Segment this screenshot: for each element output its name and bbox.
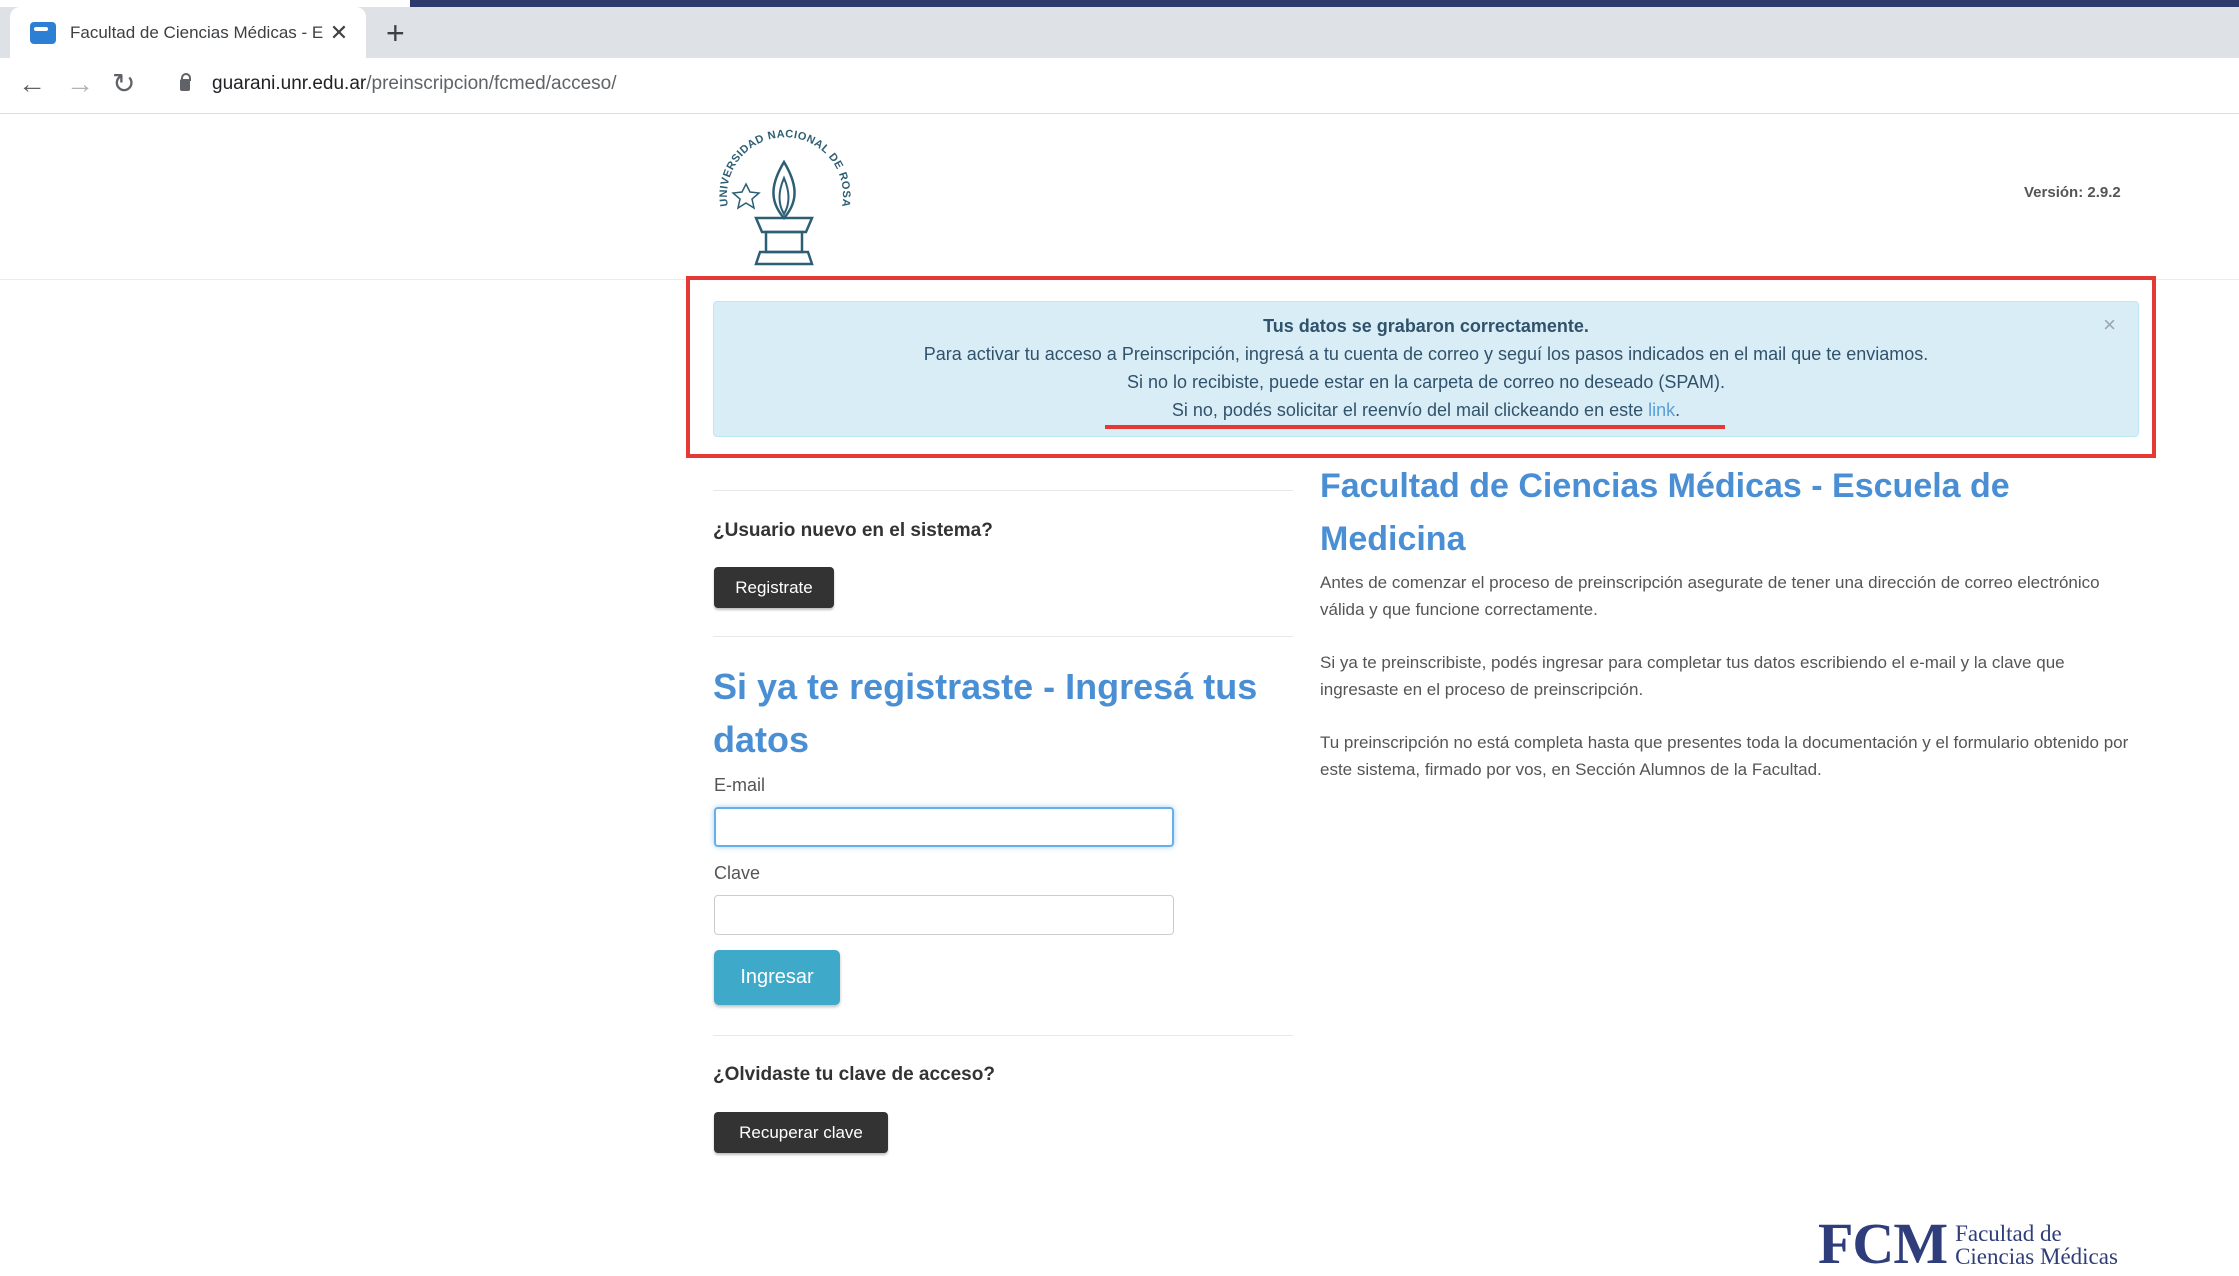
alert-spam-note: Si no lo recibiste, puede estar en la ca… [1126, 372, 1725, 392]
fcm-logo-text: Facultad de Ciencias Médicas [1955, 1222, 2118, 1268]
success-alert: Tus datos se grabaron correctamente. Par… [713, 301, 2139, 437]
alert-title: Tus datos se grabaron correctamente. [1263, 316, 1589, 336]
browser-toolbar: ← → ↻ guarani.unr.edu.ar/preinscripcion/… [0, 58, 2239, 114]
recover-password-button[interactable]: Recuperar clave [714, 1112, 888, 1153]
lock-icon[interactable] [180, 73, 191, 91]
fcm-logo-line2: Ciencias Médicas [1955, 1244, 2118, 1269]
annotation-underline [1105, 425, 1725, 429]
version-label: Versión: 2.9.2 [2024, 184, 2121, 201]
login-button[interactable]: Ingresar [714, 950, 840, 1005]
new-user-question: ¿Usuario nuevo en el sistema? [713, 520, 993, 541]
alert-instructions: Para activar tu acceso a Preinscripción,… [923, 344, 1929, 364]
password-field[interactable] [714, 895, 1174, 935]
page-header: UNIVERSIDAD NACIONAL DE ROSARIO Versión:… [0, 114, 2239, 280]
info-paragraph-3: Tu preinscripción no está completa hasta… [1320, 733, 2129, 779]
new-tab-icon[interactable]: + [386, 15, 405, 51]
url-host: guarani.unr.edu.ar [212, 73, 367, 94]
back-arrow-icon[interactable]: ← [18, 68, 46, 100]
university-seal-logo: UNIVERSIDAD NACIONAL DE ROSARIO [706, 122, 852, 266]
alert-resend-end: . [1675, 400, 1681, 420]
browser-tab[interactable]: Facultad de Ciencias Médicas - E ✕ [10, 7, 366, 58]
faculty-title: Facultad de Ciencias Médicas - Escuela d… [1320, 467, 2010, 558]
fcm-logo-mark: FCM [1818, 1211, 1948, 1276]
section-divider [713, 490, 1293, 491]
fcm-footer-logo: FCM Facultad de Ciencias Médicas [1818, 1211, 2118, 1276]
top-accent-bar [410, 0, 2239, 7]
section-divider [713, 1035, 1293, 1036]
info-paragraph-1: Antes de comenzar el proceso de preinscr… [1320, 573, 2100, 619]
tab-close-icon[interactable]: ✕ [328, 20, 350, 46]
login-title: Si ya te registraste - Ingresá tus datos [713, 666, 1258, 760]
resend-mail-link[interactable]: link [1648, 400, 1675, 420]
forgot-password-question: ¿Olvidaste tu clave de acceso? [713, 1064, 995, 1085]
url-path: /preinscripcion/fcmed/acceso/ [366, 73, 617, 94]
address-bar[interactable]: guarani.unr.edu.ar/preinscripcion/fcmed/… [212, 73, 617, 95]
email-label: E-mail [714, 775, 766, 795]
alert-close-icon[interactable]: × [2103, 314, 2116, 336]
register-button[interactable]: Registrate [714, 567, 834, 608]
reload-icon[interactable]: ↻ [112, 68, 135, 100]
browser-tab-strip: Facultad de Ciencias Médicas - E ✕ + [0, 7, 2239, 58]
info-paragraph-2: Si ya te preinscribiste, podés ingresar … [1320, 653, 2065, 699]
password-label: Clave [714, 863, 761, 883]
alert-resend-text: Si no, podés solicitar el reenvío del ma… [1171, 400, 1649, 420]
alert-resend-line: Si no, podés solicitar el reenvío del ma… [714, 396, 2138, 424]
forward-arrow-icon[interactable]: → [66, 68, 94, 100]
site-favicon-icon [30, 21, 56, 44]
section-divider [713, 636, 1293, 637]
email-field[interactable] [714, 807, 1174, 847]
fcm-logo-line1: Facultad de [1955, 1221, 2062, 1246]
tab-title: Facultad de Ciencias Médicas - E [70, 22, 324, 42]
